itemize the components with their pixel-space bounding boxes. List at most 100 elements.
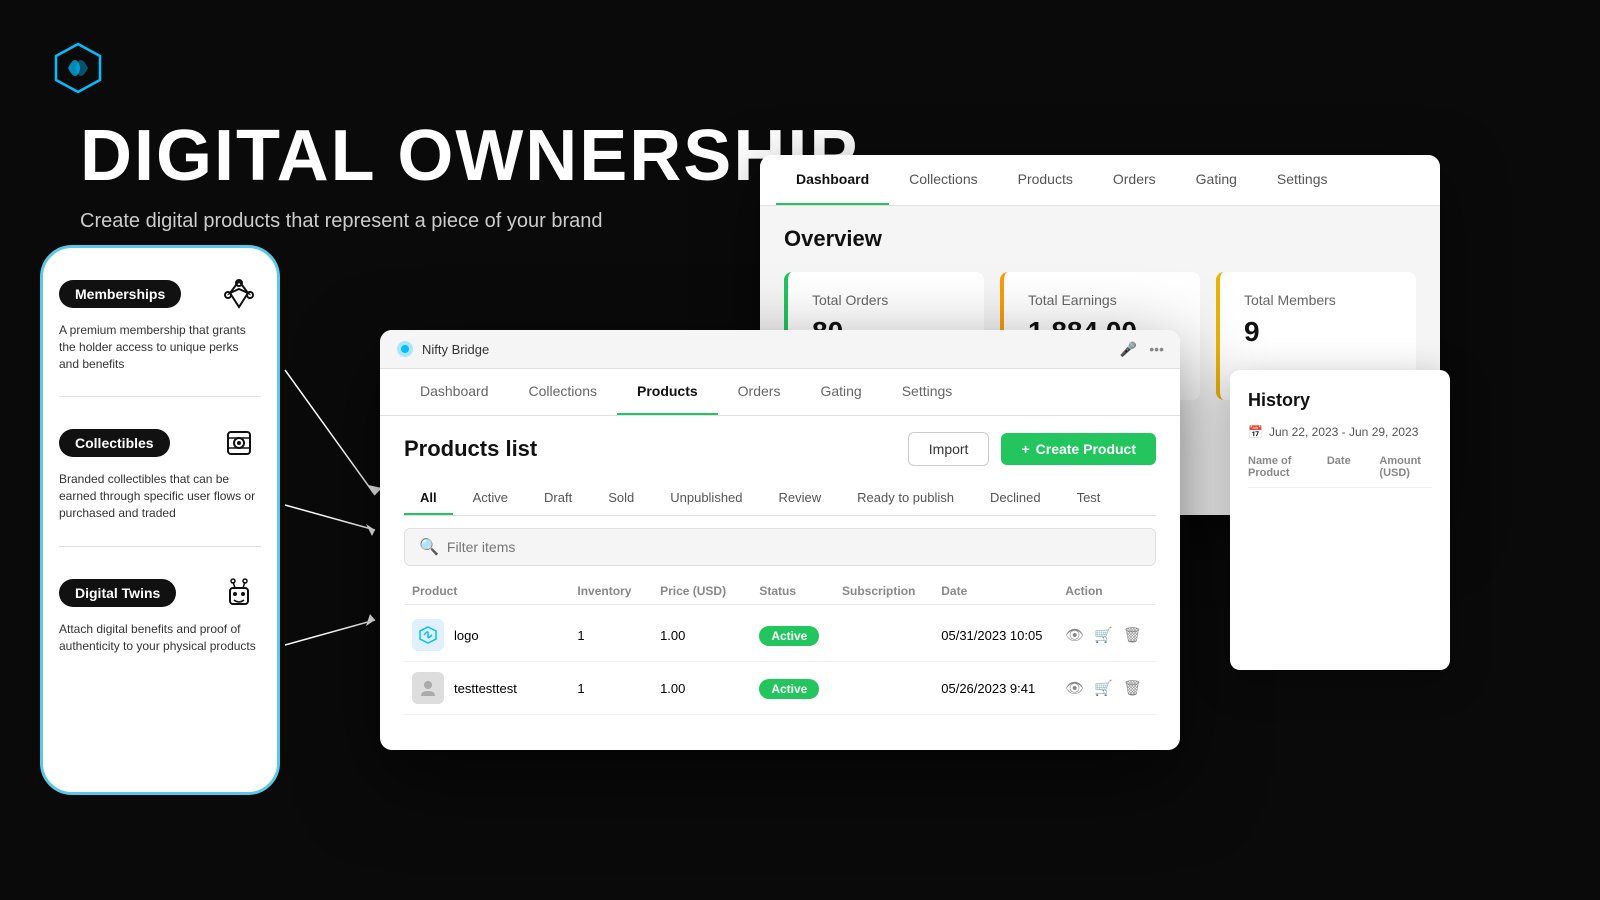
product-thumb-logo [412,619,444,651]
divider-2 [59,546,261,547]
view-icon-2[interactable]: 👁 [1065,679,1084,697]
status-logo: Active [759,628,842,643]
dashboard-nav-gating[interactable]: Gating [1176,155,1257,205]
create-product-button[interactable]: + Create Product [1001,433,1156,465]
delete-icon-2[interactable]: 🗑 [1123,679,1142,697]
col-action: Action [1065,584,1148,598]
product-cell-test: testtesttest [412,672,577,704]
products-titlebar: Nifty Bridge 🎤 ••• [380,330,1180,369]
members-value: 9 [1244,316,1392,348]
titlebar-logo-icon [396,340,414,358]
products-window: Nifty Bridge 🎤 ••• Dashboard Collections… [380,330,1180,750]
table-row: logo 1 1.00 Active 05/31/2023 10:05 👁 🛒 … [404,609,1156,662]
status-badge-logo: Active [759,626,819,646]
col-status: Status [759,584,842,598]
phone-item-collectibles: Collectibles Branded collectibles that c… [59,421,261,521]
view-icon[interactable]: 👁 [1065,626,1084,644]
product-name-test: testtesttest [454,681,517,696]
create-label: Create Product [1036,441,1136,457]
earnings-label: Total Earnings [1028,292,1176,308]
collectibles-desc: Branded collectibles that can be earned … [59,471,261,521]
products-nav-dashboard[interactable]: Dashboard [400,369,509,415]
titlebar-name: Nifty Bridge [422,342,489,357]
memberships-badge: Memberships [59,280,181,308]
products-nav-orders[interactable]: Orders [718,369,801,415]
import-button[interactable]: Import [908,432,990,466]
filter-tab-active[interactable]: Active [457,482,524,515]
status-test: Active [759,681,842,696]
price-logo: 1.00 [660,628,759,643]
history-panel: History 📅 Jun 22, 2023 - Jun 29, 2023 Na… [1230,370,1450,670]
products-actions: Import + Create Product [908,432,1156,466]
products-nav-products[interactable]: Products [617,369,718,415]
history-date-range: Jun 22, 2023 - Jun 29, 2023 [1269,425,1418,439]
filter-tab-ready[interactable]: Ready to publish [841,482,970,515]
dashboard-nav: Dashboard Collections Products Orders Ga… [760,155,1440,206]
products-nav-collections[interactable]: Collections [509,369,617,415]
dashboard-nav-dashboard[interactable]: Dashboard [776,155,889,205]
filter-tab-draft[interactable]: Draft [528,482,588,515]
history-title: History [1248,390,1432,411]
dashboard-nav-collections[interactable]: Collections [889,155,997,205]
digital-twins-desc: Attach digital benefits and proof of aut… [59,621,261,655]
members-label: Total Members [1244,292,1392,308]
product-name-logo: logo [454,628,479,643]
inventory-logo: 1 [577,628,660,643]
filter-tab-sold[interactable]: Sold [592,482,650,515]
filter-tab-review[interactable]: Review [763,482,838,515]
calendar-icon: 📅 [1248,425,1263,439]
overview-title: Overview [784,226,1416,252]
delete-icon[interactable]: 🗑 [1123,626,1142,644]
inventory-test: 1 [577,681,660,696]
filter-tabs: All Active Draft Sold Unpublished Review… [404,482,1156,516]
dashboard-nav-orders[interactable]: Orders [1093,155,1176,205]
filter-tab-test[interactable]: Test [1061,482,1117,515]
col-product: Product [412,584,577,598]
filter-tab-declined[interactable]: Declined [974,482,1057,515]
col-date: Date [941,584,1065,598]
phone-item-memberships: Memberships A premium membership that gr… [59,272,261,372]
digital-twins-icon [217,571,261,615]
date-logo: 05/31/2023 10:05 [941,628,1065,643]
col-price: Price (USD) [660,584,759,598]
dashboard-nav-products[interactable]: Products [998,155,1093,205]
cart-icon[interactable]: 🛒 [1094,626,1113,644]
table-row: testtesttest 1 1.00 Active 05/26/2023 9:… [404,662,1156,715]
products-nav-settings[interactable]: Settings [882,369,973,415]
main-subtitle: Create digital products that represent a… [80,210,859,233]
table-header: Product Inventory Price (USD) Status Sub… [404,578,1156,605]
products-header: Products list Import + Create Product [404,432,1156,466]
digital-twins-badge: Digital Twins [59,579,176,607]
col-inventory: Inventory [577,584,660,598]
col-subscription: Subscription [842,584,941,598]
products-list-title: Products list [404,436,537,462]
memberships-icon [217,272,261,316]
history-table-header: Name of Product Date Amount (USD) [1248,455,1432,488]
titlebar-left: Nifty Bridge [396,340,489,358]
products-body: Products list Import + Create Product Al… [380,416,1180,731]
cart-icon-2[interactable]: 🛒 [1094,679,1113,697]
action-icons-test: 👁 🛒 🗑 [1065,679,1148,697]
search-input[interactable] [447,539,1141,555]
products-nav-gating[interactable]: Gating [800,369,881,415]
phone-item-digital-twins: Digital Twins Attach digital benefits an… [59,571,261,655]
price-test: 1.00 [660,681,759,696]
more-icon[interactable]: ••• [1149,341,1164,358]
phone-mockup: Memberships A premium membership that gr… [40,245,280,795]
action-icons-logo: 👁 🛒 🗑 [1065,626,1148,644]
history-date: 📅 Jun 22, 2023 - Jun 29, 2023 [1248,425,1432,439]
headline-section: DIGITAL OWNERSHIP Create digital product… [80,120,859,233]
microphone-icon[interactable]: 🎤 [1120,341,1137,358]
status-badge-test: Active [759,679,819,699]
app-logo [50,40,106,101]
search-icon: 🔍 [419,537,439,557]
products-nav: Dashboard Collections Products Orders Ga… [380,369,1180,416]
collectibles-badge: Collectibles [59,429,170,457]
product-cell-logo: logo [412,619,577,651]
filter-tab-all[interactable]: All [404,482,453,515]
search-bar: 🔍 [404,528,1156,566]
date-test: 05/26/2023 9:41 [941,681,1065,696]
filter-tab-unpublished[interactable]: Unpublished [654,482,758,515]
dashboard-nav-settings[interactable]: Settings [1257,155,1348,205]
history-col-date: Date [1327,455,1380,479]
